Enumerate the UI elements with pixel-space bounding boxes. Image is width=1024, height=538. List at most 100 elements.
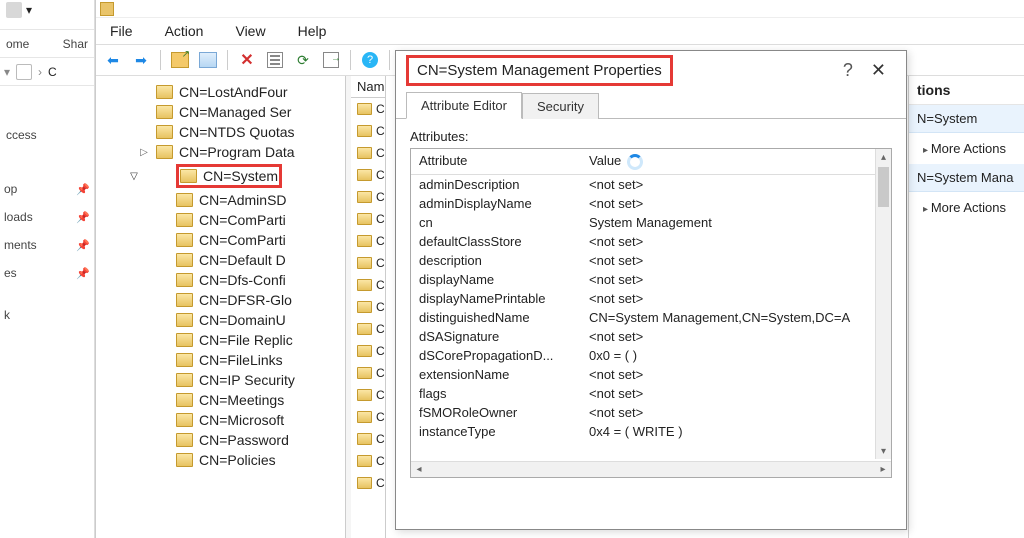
attribute-row[interactable]: fSMORoleOwner<not set>: [411, 403, 875, 422]
nav-item[interactable]: es📌: [4, 266, 90, 280]
up-button[interactable]: [169, 49, 191, 71]
tree-item[interactable]: CN=LostAndFour: [96, 82, 345, 102]
dialog-close-button[interactable]: ✕: [861, 56, 896, 85]
tree-item-selected[interactable]: ▽ CN=System: [96, 162, 345, 190]
refresh-button[interactable]: ⟳: [292, 49, 314, 71]
tree-item[interactable]: CN=ComParti: [96, 210, 345, 230]
tree-item[interactable]: CN=ComParti: [96, 230, 345, 250]
scroll-up-button[interactable]: ▴: [876, 149, 891, 165]
list-item[interactable]: C: [351, 98, 385, 120]
attribute-row[interactable]: adminDescription<not set>: [411, 175, 875, 194]
attribute-row[interactable]: cnSystem Management: [411, 213, 875, 232]
path-fragment[interactable]: C: [48, 65, 57, 79]
tree-item[interactable]: CN=Default D: [96, 250, 345, 270]
scroll-right-button[interactable]: ▸: [875, 462, 891, 477]
tree-item[interactable]: CN=Password: [96, 430, 345, 450]
quick-access-label[interactable]: ccess: [6, 128, 37, 142]
nav-item[interactable]: k: [4, 308, 90, 322]
more-actions[interactable]: More Actions: [909, 133, 1024, 164]
tree-item[interactable]: CN=Dfs-Confi: [96, 270, 345, 290]
vertical-scrollbar[interactable]: ▴ ▾: [875, 149, 891, 459]
attribute-row[interactable]: distinguishedNameCN=System Management,CN…: [411, 308, 875, 327]
collapse-toggle[interactable]: ▽: [128, 171, 140, 182]
attribute-row[interactable]: defaultClassStore<not set>: [411, 232, 875, 251]
attribute-row[interactable]: displayName<not set>: [411, 270, 875, 289]
nav-item[interactable]: loads📌: [4, 210, 90, 224]
list-item[interactable]: C: [351, 472, 385, 494]
list-item[interactable]: C: [351, 296, 385, 318]
back-button[interactable]: ⬅: [102, 49, 124, 71]
list-item[interactable]: C: [351, 318, 385, 340]
tree-item[interactable]: CN=DFSR-Glo: [96, 290, 345, 310]
column-header-name[interactable]: Nam: [351, 76, 385, 98]
result-list[interactable]: Nam CCCCCCCCCCCCCCCCCC: [351, 76, 386, 538]
tree-item[interactable]: CN=IP Security: [96, 370, 345, 390]
show-pane-button[interactable]: [197, 49, 219, 71]
tree-pane[interactable]: CN=LostAndFour CN=Managed Ser CN=NTDS Qu…: [96, 76, 346, 538]
attribute-row[interactable]: adminDisplayName<not set>: [411, 194, 875, 213]
dialog-titlebar[interactable]: CN=System Management Properties ? ✕: [396, 51, 906, 89]
menu-help[interactable]: Help: [294, 21, 331, 41]
list-item[interactable]: C: [351, 428, 385, 450]
list-item[interactable]: C: [351, 230, 385, 252]
list-item[interactable]: C: [351, 340, 385, 362]
more-actions[interactable]: More Actions: [909, 192, 1024, 223]
attribute-row[interactable]: displayNamePrintable<not set>: [411, 289, 875, 308]
attribute-row[interactable]: flags<not set>: [411, 384, 875, 403]
attributes-header[interactable]: Attribute Value: [411, 149, 891, 175]
dialog-help-button[interactable]: ?: [835, 56, 861, 85]
attributes-listbox[interactable]: Attribute Value adminDescription<not set…: [410, 148, 892, 478]
list-item[interactable]: C: [351, 384, 385, 406]
export-button[interactable]: [320, 49, 342, 71]
tree-item[interactable]: CN=File Replic: [96, 330, 345, 350]
scroll-down-button[interactable]: ▾: [876, 443, 891, 459]
list-item[interactable]: C: [351, 362, 385, 384]
help-button[interactable]: ?: [359, 49, 381, 71]
properties-icon: [267, 52, 283, 68]
list-item[interactable]: C: [351, 252, 385, 274]
tree-item[interactable]: CN=Meetings: [96, 390, 345, 410]
attribute-row[interactable]: description<not set>: [411, 251, 875, 270]
list-item[interactable]: C: [351, 164, 385, 186]
nav-item[interactable]: op📌: [4, 182, 90, 196]
expand-toggle[interactable]: ▷: [138, 147, 150, 158]
attribute-row[interactable]: instanceType0x4 = ( WRITE ): [411, 422, 875, 441]
menu-action[interactable]: Action: [161, 21, 208, 41]
tab-attribute-editor[interactable]: Attribute Editor: [406, 92, 522, 119]
nav-item[interactable]: ments📌: [4, 238, 90, 252]
history-split-icon[interactable]: ▾: [4, 65, 10, 79]
tree-item[interactable]: CN=Microsoft: [96, 410, 345, 430]
ribbon-home[interactable]: ome: [6, 37, 29, 51]
list-item[interactable]: C: [351, 450, 385, 472]
tree-item[interactable]: CN=AdminSD: [96, 190, 345, 210]
horizontal-scrollbar[interactable]: ◂ ▸: [411, 461, 891, 477]
scroll-thumb[interactable]: [878, 167, 889, 207]
column-header-value[interactable]: Value: [589, 153, 643, 170]
folder-icon: [357, 257, 372, 269]
list-item[interactable]: C: [351, 208, 385, 230]
attribute-value: <not set>: [589, 291, 867, 306]
forward-button[interactable]: ➡: [130, 49, 152, 71]
list-item[interactable]: C: [351, 406, 385, 428]
properties-button[interactable]: [264, 49, 286, 71]
menu-view[interactable]: View: [231, 21, 269, 41]
tab-security[interactable]: Security: [522, 93, 599, 119]
attribute-row[interactable]: extensionName<not set>: [411, 365, 875, 384]
tree-item[interactable]: CN=DomainU: [96, 310, 345, 330]
delete-button[interactable]: ✕: [236, 49, 258, 71]
list-item[interactable]: C: [351, 186, 385, 208]
tree-item[interactable]: CN=Managed Ser: [96, 102, 345, 122]
list-item[interactable]: C: [351, 274, 385, 296]
menu-file[interactable]: File: [106, 21, 137, 41]
tree-item[interactable]: CN=FileLinks: [96, 350, 345, 370]
scroll-left-button[interactable]: ◂: [411, 462, 427, 477]
tree-item[interactable]: CN=Policies: [96, 450, 345, 470]
attribute-row[interactable]: dSASignature<not set>: [411, 327, 875, 346]
column-header-attribute[interactable]: Attribute: [419, 153, 589, 170]
tree-item[interactable]: ▷CN=Program Data: [96, 142, 345, 162]
list-item[interactable]: C: [351, 120, 385, 142]
ribbon-share[interactable]: Shar: [63, 37, 88, 51]
tree-item[interactable]: CN=NTDS Quotas: [96, 122, 345, 142]
list-item[interactable]: C: [351, 142, 385, 164]
attribute-row[interactable]: dSCorePropagationD...0x0 = ( ): [411, 346, 875, 365]
